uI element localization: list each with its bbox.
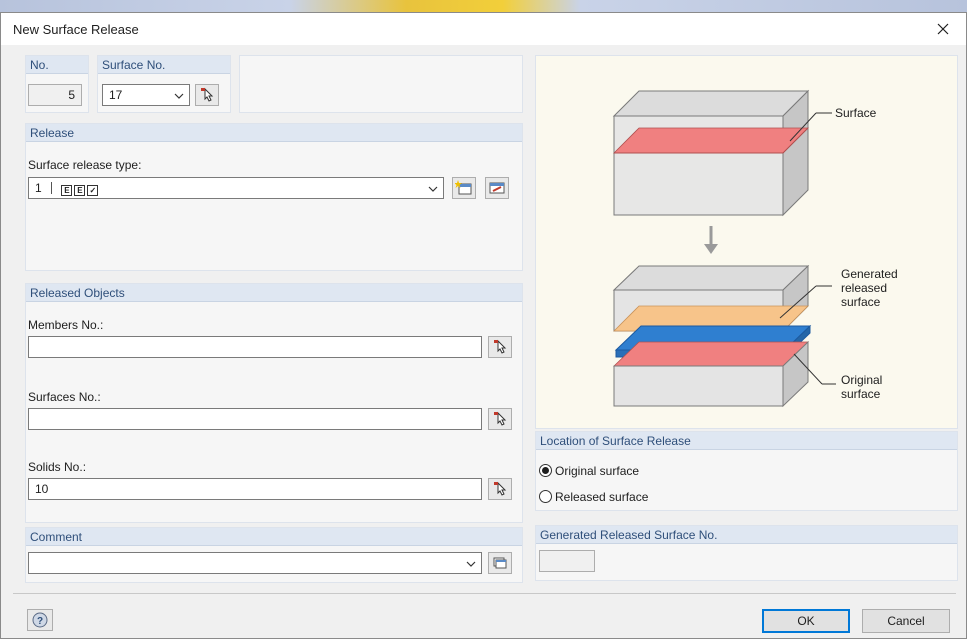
- svg-text:?: ?: [37, 616, 43, 627]
- members-input[interactable]: [28, 336, 482, 358]
- comment-library-button[interactable]: [488, 552, 512, 574]
- library-icon: [493, 557, 507, 569]
- chevron-down-icon: [466, 561, 476, 567]
- boxed-e-icon: E: [74, 185, 86, 196]
- no-label: No.: [26, 56, 88, 74]
- surface-no-value: 17: [109, 88, 123, 102]
- new-item-icon: [455, 180, 472, 195]
- number-field: 5: [28, 84, 82, 106]
- chevron-down-icon: [428, 186, 438, 192]
- surface-no-panel: Surface No. 17: [97, 55, 231, 113]
- close-button[interactable]: [920, 13, 966, 45]
- comment-panel: Comment: [25, 527, 523, 583]
- option-original-surface-label[interactable]: Original surface: [555, 464, 639, 478]
- pick-members-button[interactable]: [488, 336, 512, 358]
- solids-label: Solids No.:: [28, 460, 87, 474]
- background-window-strip: [0, 0, 967, 12]
- generated-no-field: [539, 550, 595, 572]
- radio-original-surface[interactable]: [539, 464, 552, 477]
- release-title: Release: [26, 124, 522, 142]
- release-type-select[interactable]: 1 E E ✓: [28, 177, 444, 199]
- boxed-check-icon: ✓: [87, 185, 99, 196]
- released-objects-title: Released Objects: [26, 284, 522, 302]
- label-generated-line2: released: [841, 281, 887, 295]
- solids-input[interactable]: 10: [28, 478, 482, 500]
- surfaces-label: Surfaces No.:: [28, 390, 101, 404]
- chevron-down-icon: [174, 93, 184, 99]
- release-panel: Release Surface release type: 1 E E ✓: [25, 123, 523, 271]
- location-panel: Location of Surface Release Original sur…: [535, 431, 958, 511]
- pick-cursor-icon: [494, 481, 507, 496]
- close-icon: [937, 23, 949, 35]
- release-diagram: Surface Generated released surface Origi…: [535, 55, 958, 429]
- label-original-line2: surface: [841, 387, 881, 401]
- pick-solids-button[interactable]: [488, 478, 512, 500]
- radio-released-surface[interactable]: [539, 490, 552, 503]
- no-panel: No. 5: [25, 55, 89, 113]
- surface-no-label: Surface No.: [98, 56, 230, 74]
- label-surface: Surface: [835, 106, 877, 120]
- members-label: Members No.:: [28, 318, 104, 332]
- title-bar: New Surface Release: [1, 13, 966, 45]
- released-objects-panel: Released Objects Members No.: Surfaces N…: [25, 283, 523, 523]
- cancel-button[interactable]: Cancel: [862, 609, 950, 633]
- comment-title: Comment: [26, 528, 522, 546]
- generated-no-panel: Generated Released Surface No.: [535, 525, 958, 581]
- info-panel: [239, 55, 523, 113]
- pick-surfaces-button[interactable]: [488, 408, 512, 430]
- edit-item-icon: [489, 182, 505, 194]
- help-icon: ?: [32, 612, 48, 628]
- pick-cursor-icon: [494, 411, 507, 426]
- footer-divider: [13, 593, 956, 594]
- label-generated-line3: surface: [841, 295, 881, 309]
- label-original-line1: Original: [841, 373, 882, 387]
- new-surface-release-dialog: New Surface Release No. 5 Surface No. 17…: [0, 12, 967, 639]
- dialog-title: New Surface Release: [13, 22, 139, 37]
- surface-release-illustration: Surface Generated released surface Origi…: [612, 89, 898, 408]
- pick-cursor-icon: [494, 339, 507, 354]
- edit-release-type-button[interactable]: [485, 177, 509, 199]
- new-release-type-button[interactable]: [452, 177, 476, 199]
- label-generated-line1: Generated: [841, 267, 898, 281]
- boxed-e-icon: E: [61, 185, 73, 196]
- pick-cursor-icon: [201, 87, 214, 102]
- surfaces-input[interactable]: [28, 408, 482, 430]
- pick-surface-button[interactable]: [195, 84, 219, 106]
- surface-no-select[interactable]: 17: [102, 84, 190, 106]
- comment-select[interactable]: [28, 552, 482, 574]
- release-type-label: Surface release type:: [28, 158, 142, 172]
- release-type-number: 1: [35, 181, 42, 195]
- option-released-surface-label[interactable]: Released surface: [555, 490, 648, 504]
- help-button[interactable]: ?: [27, 609, 53, 631]
- generated-no-title: Generated Released Surface No.: [536, 526, 957, 544]
- location-title: Location of Surface Release: [536, 432, 957, 450]
- ok-button[interactable]: OK: [762, 609, 850, 633]
